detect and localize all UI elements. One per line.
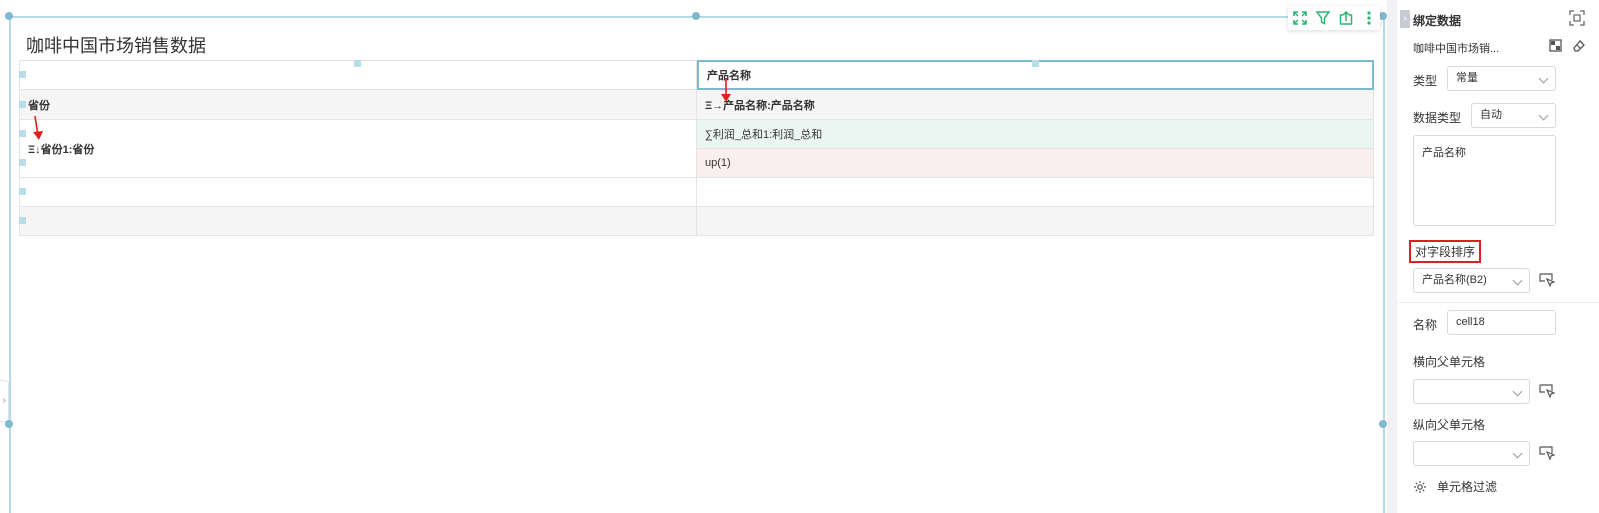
h-parent-select[interactable] [1413,379,1530,404]
component-toolbar [1288,6,1380,30]
resize-handle-right[interactable] [1379,420,1387,428]
row-marker [19,217,26,224]
resize-handle-top[interactable] [692,12,700,20]
grid-row-4 [19,178,1374,207]
chevron-down-icon [1512,386,1523,397]
report-canvas[interactable]: › 咖啡中国市场销售数据 产品名称 省份 Ξ→产品名称:产品名称 Ξ↓省份1:省… [0,0,1396,513]
grid-row-5 [19,207,1374,236]
chevron-down-icon [1538,110,1549,121]
grid-row-3: Ξ↓省份1:省份 ∑利润_总和1:利润_总和 up(1) [19,120,1374,178]
expand-icon[interactable] [1569,10,1585,29]
cell-b3-group: ∑利润_总和1:利润_总和 up(1) [697,120,1374,178]
column-marker [354,60,361,67]
row-marker [19,71,26,78]
cell-a5[interactable] [19,178,697,207]
row-marker [19,130,26,137]
panel-collapse-icon[interactable]: › [1400,10,1410,28]
annotation-arrow-icon [721,78,731,102]
cell-b3[interactable]: ∑利润_总和1:利润_总和 [697,120,1374,149]
chevron-down-icon [1538,73,1549,84]
sort-field-select-value: 产品名称(B2) [1422,274,1487,286]
chevron-down-icon [1512,275,1523,286]
gear-icon [1414,480,1426,493]
cell-picker-icon[interactable] [1539,445,1556,461]
data-source-name: 咖啡中国市场销... [1413,43,1500,55]
eraser-icon[interactable] [1572,39,1585,55]
row-marker [19,101,26,108]
cell-picker-icon[interactable] [1539,383,1556,399]
report-grid[interactable]: 产品名称 省份 Ξ→产品名称:产品名称 Ξ↓省份1:省份 ∑利润_总和1:利润_… [19,60,1374,236]
cell-content-textarea[interactable]: 产品名称 [1413,135,1556,226]
annotation-arrow-icon [33,115,43,140]
report-title: 咖啡中国市场销售数据 [26,36,206,56]
name-label: 名称 [1413,318,1438,332]
v-parent-label: 纵向父单元格 [1413,418,1486,432]
type-select-value: 常量 [1456,72,1478,84]
cell-picker-icon[interactable] [1539,272,1556,288]
row-marker [19,188,26,195]
sort-field-select[interactable]: 产品名称(B2) [1413,268,1530,293]
panel-divider [1397,302,1599,303]
datatype-label: 数据类型 [1413,111,1462,125]
data-source-actions [1549,39,1585,55]
h-parent-label: 横向父单元格 [1413,355,1486,369]
type-select[interactable]: 常量 [1447,66,1556,91]
panel-splitter[interactable] [1387,0,1397,513]
resize-handle-left[interactable] [5,420,13,428]
resize-handle-top-right[interactable] [1379,12,1387,20]
cell-a3[interactable]: Ξ↓省份1:省份 [19,120,697,178]
export-icon[interactable] [1338,10,1354,26]
fullscreen-icon[interactable] [1292,10,1308,26]
datatype-select-value: 自动 [1480,109,1502,121]
sort-field-label: 对字段排序 [1409,240,1482,263]
cell-b6[interactable] [697,207,1374,236]
filter-icon[interactable] [1315,10,1331,26]
cell-filter-label: 单元格过滤 [1437,480,1498,494]
chevron-down-icon [1512,448,1523,459]
dataset-icon[interactable] [1549,39,1562,55]
cell-b4[interactable]: up(1) [697,149,1374,178]
grid-row-2: 省份 Ξ→产品名称:产品名称 [19,90,1374,120]
property-panel: › 绑定数据 咖啡中国市场销... 类型 常量 数据类型 自动 产品名称 对字段… [1387,0,1599,513]
v-parent-select[interactable] [1413,441,1530,466]
left-panel-toggle[interactable]: › [0,380,9,422]
resize-handle-top-left[interactable] [5,12,13,20]
selection-frame-left [9,16,11,513]
cell-a6[interactable] [19,207,697,236]
more-icon[interactable] [1361,10,1377,26]
datatype-select[interactable]: 自动 [1471,103,1556,128]
grid-row-1: 产品名称 [19,60,1374,90]
type-label: 类型 [1413,74,1438,88]
cell-b2[interactable]: Ξ→产品名称:产品名称 [697,90,1374,120]
cell-name-input[interactable]: cell18 [1447,310,1556,335]
row-marker [19,159,26,166]
panel-title: 绑定数据 [1413,14,1462,28]
selection-frame-right [1383,16,1385,513]
cell-filter-button[interactable]: 单元格过滤 [1413,478,1497,495]
cell-b5[interactable] [697,178,1374,207]
column-marker [1032,60,1039,67]
cell-a2[interactable]: 省份 [19,90,697,120]
